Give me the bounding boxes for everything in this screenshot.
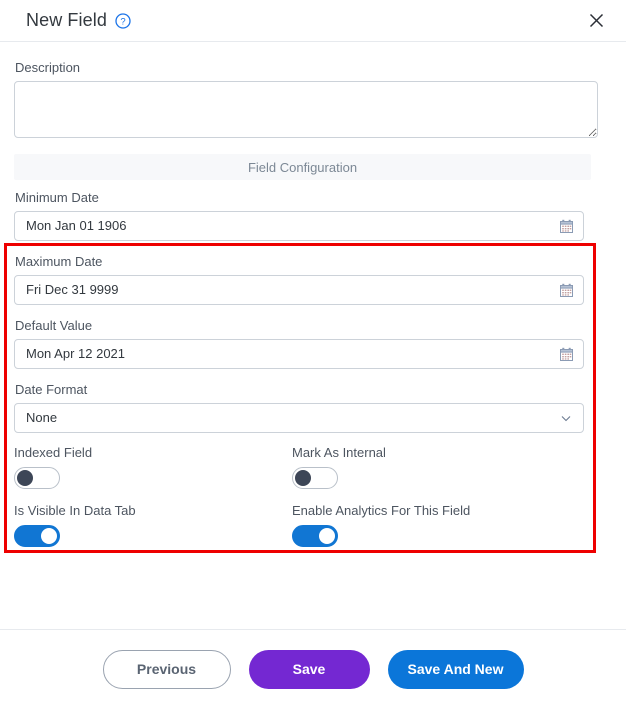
date-format-value: None	[26, 410, 58, 425]
default-value-input[interactable]: Mon Apr 12 2021	[14, 339, 584, 369]
minimum-date-input[interactable]: Mon Jan 01 1906	[14, 211, 584, 241]
toggle-knob	[41, 528, 57, 544]
toggle-knob	[319, 528, 335, 544]
indexed-field-option: Indexed Field	[14, 445, 292, 489]
new-field-dialog: New Field ? Description Field Configurat…	[0, 0, 626, 708]
default-value-value: Mon Apr 12 2021	[26, 346, 126, 361]
is-visible-in-data-tab-option: Is Visible In Data Tab	[14, 503, 292, 547]
chevron-down-icon[interactable]	[558, 410, 574, 426]
indexed-field-label: Indexed Field	[14, 445, 93, 460]
previous-button[interactable]: Previous	[102, 649, 231, 689]
maximum-date-label: Maximum Date	[15, 254, 103, 269]
mark-as-internal-label: Mark As Internal	[292, 445, 386, 460]
save-button[interactable]: Save	[248, 649, 370, 689]
enable-analytics-option: Enable Analytics For This Field	[292, 503, 612, 547]
dialog-header: New Field ?	[0, 0, 626, 42]
field-configuration-section-header: Field Configuration	[14, 154, 591, 180]
field-configuration-group: Minimum Date Mon Jan 01 1906 Maximum Dat…	[0, 180, 626, 433]
question-circle-icon[interactable]: ?	[115, 12, 131, 29]
description-input[interactable]	[14, 81, 598, 138]
default-value-label: Default Value	[15, 318, 93, 333]
is-visible-in-data-tab-label: Is Visible In Data Tab	[14, 503, 136, 518]
description-field-group: Description	[0, 42, 626, 138]
date-format-row: Date Format None	[14, 382, 612, 433]
enable-analytics-toggle[interactable]	[292, 525, 338, 547]
mark-as-internal-option: Mark As Internal	[292, 445, 612, 489]
calendar-icon[interactable]	[558, 282, 574, 298]
description-label: Description	[15, 60, 81, 75]
field-options-group: Indexed Field Mark As Internal Is Visibl…	[0, 433, 626, 547]
maximum-date-value: Fri Dec 31 9999	[26, 282, 119, 297]
toggle-knob	[17, 470, 33, 486]
indexed-field-toggle[interactable]	[14, 467, 60, 489]
field-configuration-label: Field Configuration	[247, 159, 358, 175]
enable-analytics-label: Enable Analytics For This Field	[292, 503, 471, 518]
minimum-date-value: Mon Jan 01 1906	[26, 218, 127, 233]
date-format-label: Date Format	[15, 382, 88, 397]
dialog-footer: Previous Save Save And New	[0, 630, 626, 708]
calendar-icon[interactable]	[558, 346, 574, 362]
close-icon[interactable]	[582, 7, 610, 35]
minimum-date-row: Minimum Date Mon Jan 01 1906	[14, 190, 612, 241]
minimum-date-label: Minimum Date	[15, 190, 99, 205]
date-format-select[interactable]: None	[14, 403, 584, 433]
maximum-date-row: Maximum Date Fri Dec 31 9999	[14, 254, 612, 305]
is-visible-in-data-tab-toggle[interactable]	[14, 525, 60, 547]
svg-text:?: ?	[120, 16, 125, 27]
maximum-date-input[interactable]: Fri Dec 31 9999	[14, 275, 584, 305]
calendar-icon[interactable]	[558, 218, 574, 234]
dialog-body: Description Field Configuration Minimum …	[0, 42, 626, 553]
mark-as-internal-toggle[interactable]	[292, 467, 338, 489]
default-value-row: Default Value Mon Apr 12 2021	[14, 318, 612, 369]
toggle-knob	[295, 470, 311, 486]
save-and-new-button[interactable]: Save And New	[387, 649, 524, 689]
page-title: New Field	[26, 10, 107, 30]
